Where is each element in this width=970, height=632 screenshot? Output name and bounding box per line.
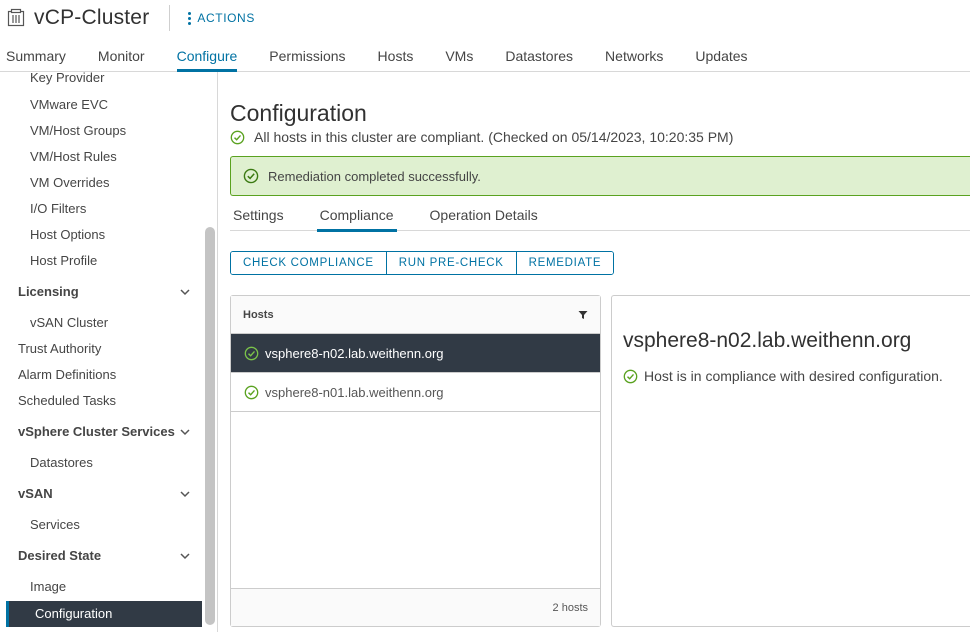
tab-vms[interactable]: VMs	[445, 44, 473, 72]
sidebar-item-io-filters[interactable]: I/O Filters	[0, 196, 202, 222]
hosts-header-label: Hosts	[243, 309, 274, 321]
host-row[interactable]: vsphere8-n02.lab.weithenn.org	[231, 334, 600, 373]
tab-permissions[interactable]: Permissions	[269, 44, 345, 72]
check-circle-icon	[244, 385, 259, 399]
check-compliance-button[interactable]: CHECK COMPLIANCE	[231, 252, 387, 274]
sidebar-item-vm-host-groups[interactable]: VM/Host Groups	[0, 118, 202, 144]
hosts-footer-count: 2 hosts	[231, 588, 600, 626]
sidebar-section-label: vSphere Cluster Services	[18, 424, 175, 439]
host-compliance-text: Host is in compliance with desired confi…	[644, 368, 943, 384]
sidebar-scrollbar-thumb[interactable]	[205, 227, 215, 625]
sidebar-item-services[interactable]: Services	[0, 512, 202, 538]
cluster-icon	[7, 8, 25, 27]
sidebar-item-configuration[interactable]: Configuration	[6, 601, 202, 627]
chevron-down-icon	[180, 429, 190, 436]
compliance-subtabs: Settings Compliance Operation Details	[230, 205, 970, 232]
host-name: vsphere8-n02.lab.weithenn.org	[265, 345, 444, 361]
sidebar-item-host-options[interactable]: Host Options	[0, 222, 202, 248]
success-alert: Remediation completed successfully.	[230, 156, 970, 196]
run-precheck-button[interactable]: RUN PRE-CHECK	[386, 252, 517, 274]
sidebar-section-vsan[interactable]: vSAN	[0, 481, 202, 507]
check-circle-icon	[623, 369, 638, 383]
tab-settings[interactable]: Settings	[230, 205, 287, 231]
sidebar-item-scheduled-tasks[interactable]: Scheduled Tasks	[0, 388, 202, 414]
page-object-title: vCP-Cluster	[34, 6, 150, 29]
object-tabs: Summary Monitor Configure Permissions Ho…	[6, 44, 780, 72]
sidebar-section-label: vSAN	[18, 486, 53, 501]
main-content: Configuration All hosts in this cluster …	[230, 72, 970, 632]
tab-monitor[interactable]: Monitor	[98, 44, 145, 72]
host-detail-title: vsphere8-n02.lab.weithenn.org	[623, 329, 912, 352]
sidebar-item-datastores[interactable]: Datastores	[0, 450, 202, 476]
actions-menu-button[interactable]: ACTIONS	[188, 11, 255, 25]
compliance-status: All hosts in this cluster are compliant.…	[230, 129, 733, 145]
host-row[interactable]: vsphere8-n01.lab.weithenn.org	[231, 373, 600, 412]
check-circle-icon	[243, 168, 259, 184]
actions-label: ACTIONS	[197, 11, 255, 25]
compliance-status-text: All hosts in this cluster are compliant.…	[254, 129, 734, 145]
header-divider	[169, 5, 171, 31]
sidebar-section-label: Licensing	[18, 284, 79, 299]
sidebar-item-vmware-evc[interactable]: VMware EVC	[0, 92, 202, 118]
tab-networks[interactable]: Networks	[605, 44, 663, 72]
sidebar-item-vm-overrides[interactable]: VM Overrides	[0, 170, 202, 196]
title-row: vCP-Cluster ACTIONS	[6, 4, 255, 32]
sidebar-section-vsphere-cluster-services[interactable]: vSphere Cluster Services	[0, 419, 202, 445]
sidebar-item-image[interactable]: Image	[0, 574, 202, 600]
sidebar-item-vsan-cluster[interactable]: vSAN Cluster	[0, 310, 202, 336]
tab-compliance[interactable]: Compliance	[316, 205, 397, 232]
chevron-down-icon	[180, 553, 190, 560]
tab-configure[interactable]: Configure	[176, 44, 237, 72]
tab-datastores[interactable]: Datastores	[505, 44, 573, 72]
check-circle-icon	[230, 130, 245, 144]
vertical-ellipsis-icon	[188, 11, 192, 25]
tab-operation-details[interactable]: Operation Details	[427, 205, 541, 231]
tab-summary[interactable]: Summary	[6, 44, 66, 72]
sidebar-item-vm-host-rules[interactable]: VM/Host Rules	[0, 144, 202, 170]
alert-text: Remediation completed successfully.	[268, 168, 481, 184]
configure-sidebar: Key Provider VMware EVC VM/Host Groups V…	[0, 72, 218, 632]
sidebar-section-desired-state[interactable]: Desired State	[0, 543, 202, 569]
sidebar-item-alarm-definitions[interactable]: Alarm Definitions	[0, 362, 202, 388]
object-header: vCP-Cluster ACTIONS Summary Monitor Conf…	[0, 0, 970, 72]
filter-icon[interactable]	[578, 310, 588, 320]
chevron-down-icon	[180, 289, 190, 296]
check-circle-icon	[244, 346, 259, 360]
host-detail-panel: vsphere8-n02.lab.weithenn.org Host is in…	[611, 295, 970, 627]
sidebar-section-licensing[interactable]: Licensing	[0, 279, 202, 305]
chevron-down-icon	[180, 491, 190, 498]
remediate-button[interactable]: REMEDIATE	[516, 252, 614, 274]
tab-hosts[interactable]: Hosts	[378, 44, 414, 72]
host-name: vsphere8-n01.lab.weithenn.org	[265, 384, 444, 400]
sidebar-item-host-profile[interactable]: Host Profile	[0, 248, 202, 274]
tab-updates[interactable]: Updates	[695, 44, 747, 72]
sidebar-item-trust-authority[interactable]: Trust Authority	[0, 336, 202, 362]
page-title: Configuration	[230, 100, 367, 126]
sidebar-item-key-provider[interactable]: Key Provider	[0, 72, 202, 91]
hosts-list-panel: Hosts vsphere8-n02.lab.weithenn.org vsph…	[230, 295, 601, 627]
sidebar-section-label: Desired State	[18, 548, 102, 563]
compliance-button-group: CHECK COMPLIANCE RUN PRE-CHECK REMEDIATE	[230, 251, 615, 275]
hosts-column-header: Hosts	[231, 296, 600, 334]
host-compliance-status: Host is in compliance with desired confi…	[623, 368, 943, 384]
